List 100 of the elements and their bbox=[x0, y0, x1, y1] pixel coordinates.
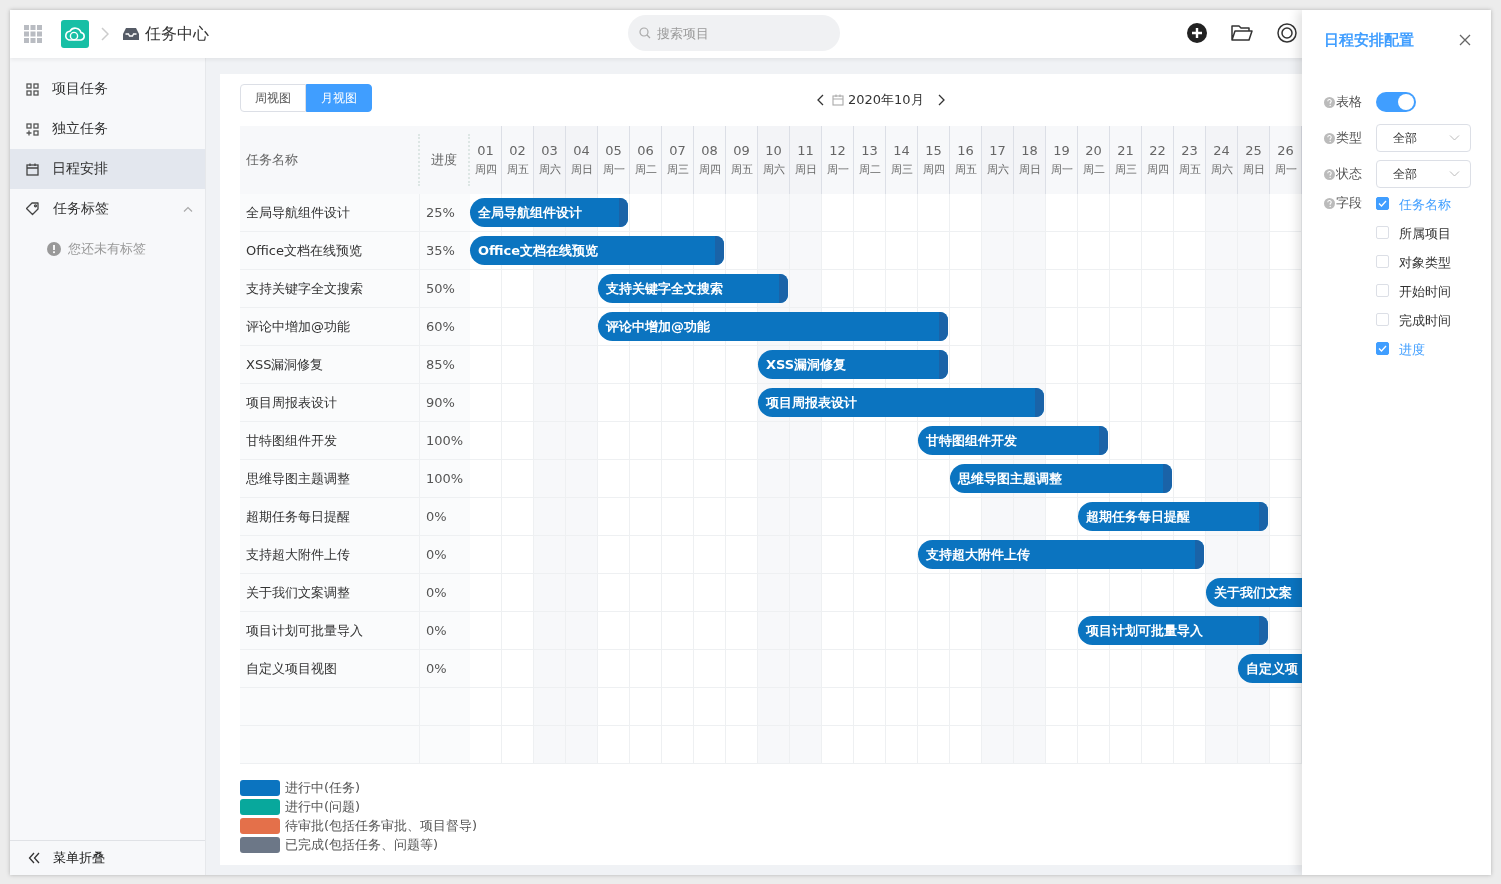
checkbox-label[interactable]: 对象类型 bbox=[1399, 254, 1451, 272]
inbox-icon bbox=[123, 27, 139, 41]
view-tab[interactable]: 月视图 bbox=[306, 84, 372, 112]
checkbox-label[interactable]: 所属项目 bbox=[1399, 225, 1451, 243]
task-name-cell: 项目周报表设计 bbox=[240, 384, 420, 421]
cloud-logo-icon bbox=[61, 20, 89, 48]
task-bar[interactable]: 甘特图组件开发 bbox=[918, 426, 1108, 455]
checkbox[interactable] bbox=[1376, 197, 1389, 210]
checkbox-label[interactable]: 完成时间 bbox=[1399, 312, 1451, 330]
progress-cell: 60% bbox=[420, 308, 470, 345]
day-header: 22 周四 bbox=[1142, 126, 1174, 194]
day-header: 08 周四 bbox=[694, 126, 726, 194]
progress-cell: 90% bbox=[420, 384, 470, 421]
calendar-icon bbox=[832, 94, 844, 106]
task-bar[interactable]: 关于我们文案 bbox=[1206, 578, 1302, 607]
task-bar[interactable]: XSS漏洞修复 bbox=[758, 350, 948, 379]
chevron-down-icon bbox=[1449, 171, 1460, 177]
info-icon bbox=[47, 242, 61, 256]
task-bar[interactable]: 思维导图主题调整 bbox=[950, 464, 1172, 493]
checkbox-label[interactable]: 任务名称 bbox=[1399, 196, 1451, 214]
progress-cell: 50% bbox=[420, 270, 470, 307]
dropdown-select[interactable]: 全部 bbox=[1376, 124, 1471, 152]
progress-cell: 0% bbox=[420, 574, 470, 611]
task-name-cell: 全局导航组件设计 bbox=[240, 194, 420, 231]
drawer-title: 日程安排配置 bbox=[1324, 30, 1414, 50]
task-bar[interactable]: 支持关键字全文搜索 bbox=[598, 274, 788, 303]
task-bar[interactable]: 支持超大附件上传 bbox=[918, 540, 1204, 569]
lifebuoy-icon[interactable] bbox=[1277, 23, 1297, 43]
day-header: 04 周日 bbox=[566, 126, 598, 194]
collapse-menu-button[interactable]: 菜单折叠 bbox=[10, 840, 205, 875]
legend-label: 进行中(任务) bbox=[285, 779, 361, 797]
task-name-cell: 超期任务每日提醒 bbox=[240, 498, 420, 535]
checkbox-label[interactable]: 进度 bbox=[1399, 341, 1425, 359]
folder-icon[interactable] bbox=[1231, 24, 1253, 42]
sidebar-item[interactable]: 独立任务 bbox=[10, 109, 205, 149]
task-name-cell: 甘特图组件开发 bbox=[240, 422, 420, 459]
column-header: 任务名称 bbox=[246, 151, 298, 169]
task-name-cell: 思维导图主题调整 bbox=[240, 460, 420, 497]
task-bar[interactable]: 全局导航组件设计 bbox=[470, 198, 628, 227]
task-name-cell: 关于我们文案调整 bbox=[240, 574, 420, 611]
day-header: 01 周四 bbox=[470, 126, 502, 194]
progress-cell: 0% bbox=[420, 498, 470, 535]
field-label: 字段 bbox=[1336, 194, 1362, 212]
day-header: 06 周二 bbox=[630, 126, 662, 194]
field-label: 状态 bbox=[1336, 165, 1362, 183]
day-header: 03 周六 bbox=[534, 126, 566, 194]
add-icon[interactable] bbox=[1187, 23, 1207, 43]
calendar-icon bbox=[26, 162, 39, 176]
progress-cell: 100% bbox=[420, 460, 470, 497]
caret-icon[interactable] bbox=[183, 206, 193, 212]
grid-plus-icon bbox=[26, 122, 39, 136]
progress-cell: 0% bbox=[420, 650, 470, 687]
chevron-left-icon[interactable] bbox=[816, 94, 824, 106]
day-header: 20 周二 bbox=[1078, 126, 1110, 194]
apps-grid-icon[interactable] bbox=[24, 25, 42, 43]
help-icon bbox=[1324, 132, 1335, 144]
sidebar-item[interactable]: 日程安排 bbox=[10, 149, 205, 189]
chevron-right-icon bbox=[101, 27, 109, 41]
field-label: 表格 bbox=[1336, 93, 1362, 111]
search-icon bbox=[639, 27, 651, 39]
view-tab[interactable]: 周视图 bbox=[240, 84, 306, 112]
progress-cell: 35% bbox=[420, 232, 470, 269]
double-chevron-left-icon bbox=[28, 852, 40, 864]
sidebar-item[interactable]: 任务标签 bbox=[10, 189, 205, 229]
day-header: 13 周二 bbox=[854, 126, 886, 194]
sidebar-item[interactable]: 项目任务 bbox=[10, 69, 205, 109]
task-bar[interactable]: 超期任务每日提醒 bbox=[1078, 502, 1268, 531]
chevron-right-icon[interactable] bbox=[937, 94, 946, 106]
close-icon[interactable] bbox=[1459, 34, 1471, 46]
task-bar[interactable]: 评论中增加@功能 bbox=[598, 312, 948, 341]
day-header: 11 周日 bbox=[790, 126, 822, 194]
task-name-cell: Office文档在线预览 bbox=[240, 232, 420, 269]
help-icon bbox=[1324, 96, 1335, 108]
task-bar[interactable]: 项目周报表设计 bbox=[758, 388, 1044, 417]
task-name-cell: 支持超大附件上传 bbox=[240, 536, 420, 573]
help-icon bbox=[1324, 168, 1335, 180]
day-header: 21 周三 bbox=[1110, 126, 1142, 194]
checkbox-label[interactable]: 开始时间 bbox=[1399, 283, 1451, 301]
task-name-cell: 项目计划可批量导入 bbox=[240, 612, 420, 649]
day-header: 05 周一 bbox=[598, 126, 630, 194]
progress-cell: 100% bbox=[420, 422, 470, 459]
progress-cell: 0% bbox=[420, 612, 470, 649]
day-header: 24 周六 bbox=[1206, 126, 1238, 194]
day-header: 12 周一 bbox=[822, 126, 854, 194]
help-icon bbox=[1324, 197, 1335, 209]
search-field[interactable]: 搜索项目 bbox=[628, 15, 840, 51]
dropdown-select[interactable]: 全部 bbox=[1376, 160, 1471, 188]
task-bar[interactable]: 自定义项 bbox=[1238, 654, 1302, 683]
task-name-cell: 自定义项目视图 bbox=[240, 650, 420, 687]
checkbox[interactable] bbox=[1376, 342, 1389, 355]
column-header: 进度 bbox=[431, 151, 457, 169]
task-bar[interactable]: 项目计划可批量导入 bbox=[1078, 616, 1268, 645]
task-bar[interactable]: Office文档在线预览 bbox=[470, 236, 724, 265]
table-toggle[interactable] bbox=[1376, 92, 1416, 112]
day-header: 10 周六 bbox=[758, 126, 790, 194]
legend-label: 进行中(问题) bbox=[285, 798, 361, 816]
day-header: 15 周四 bbox=[918, 126, 950, 194]
tag-icon bbox=[26, 202, 40, 216]
grid-icon bbox=[26, 82, 39, 96]
task-name-cell: 支持关键字全文搜索 bbox=[240, 270, 420, 307]
